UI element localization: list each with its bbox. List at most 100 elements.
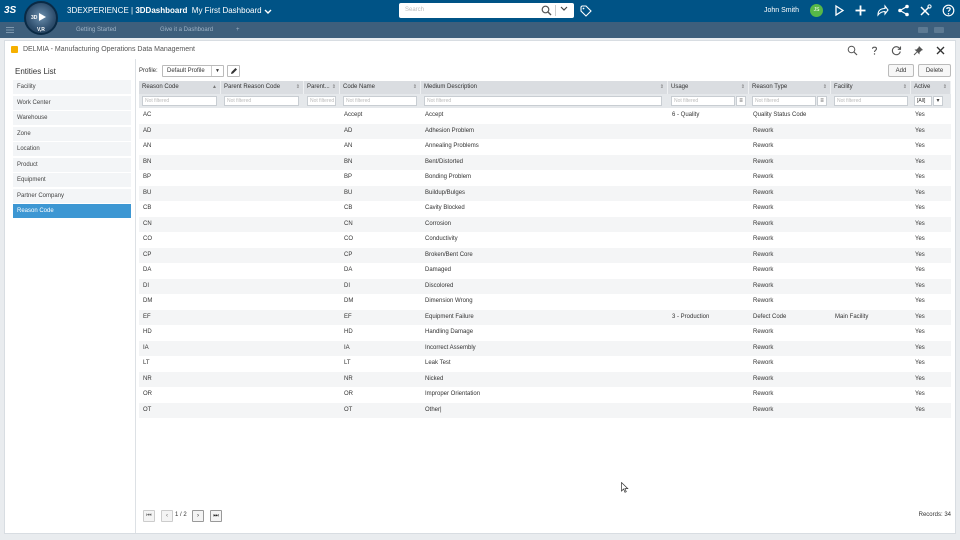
last-page-button[interactable]: ⏭ xyxy=(210,510,222,522)
help-icon[interactable] xyxy=(869,45,880,56)
table-row[interactable]: AC Accept Accept 6 - Quality Quality Status … xyxy=(139,108,951,124)
entity-item[interactable]: Facility xyxy=(13,80,131,94)
column-filter-input[interactable]: Not filtered xyxy=(307,96,336,106)
column-filter-input[interactable]: Not filtered xyxy=(834,96,908,106)
tab-strip-toggle-icon[interactable] xyxy=(918,27,928,33)
column-filter-input[interactable]: Not filtered xyxy=(671,96,735,106)
column-header[interactable]: Facility ⇕ xyxy=(831,81,911,94)
search-icon[interactable] xyxy=(541,5,552,16)
delete-button[interactable]: Delete xyxy=(918,64,951,77)
share-network-icon[interactable] xyxy=(897,4,910,17)
column-header[interactable]: Usage ⇕ xyxy=(668,81,749,94)
table-row[interactable]: CB CB Cavity Blocked Rework Yes xyxy=(139,201,951,217)
search-options-chevron-icon[interactable] xyxy=(560,6,568,14)
brand-title: 3DEXPERIENCE | 3DDashboard My First Dash… xyxy=(67,6,272,15)
column-header[interactable]: Medium Description ⇕ xyxy=(421,81,668,94)
sort-icon[interactable]: ⇕ xyxy=(413,81,417,94)
sort-icon[interactable]: ⇕ xyxy=(296,81,300,94)
column-header[interactable]: Parent Reason Code ⇕ xyxy=(221,81,304,94)
column-header-label: Reason Code xyxy=(142,84,179,90)
next-page-button[interactable]: › xyxy=(192,510,204,522)
table-cell: CN xyxy=(143,220,152,227)
sort-icon[interactable]: ⇕ xyxy=(943,81,947,94)
table-row[interactable]: NR NR Nicked Rework Yes xyxy=(139,371,951,387)
entity-item[interactable]: Work Center xyxy=(13,95,131,110)
filter-menu-icon[interactable]: ≡ xyxy=(736,96,746,106)
entity-item[interactable]: Zone xyxy=(13,126,131,141)
tab-getting-started[interactable]: Getting Started xyxy=(76,27,116,33)
entity-item[interactable]: Partner Company xyxy=(13,188,131,203)
column-filter-input[interactable]: Not filtered xyxy=(343,96,417,106)
column-filter-input[interactable]: Not filtered xyxy=(224,96,299,106)
share-arrow-icon[interactable] xyxy=(876,4,889,17)
entity-item[interactable]: Location xyxy=(13,142,131,156)
column-filter-input[interactable]: Not filtered xyxy=(752,96,816,106)
edit-profile-button[interactable] xyxy=(227,65,240,77)
table-row[interactable]: LT LT Leak Test Rework Yes xyxy=(139,356,951,372)
chevron-down-icon[interactable] xyxy=(264,8,272,14)
compass-button[interactable]: 3D V,R xyxy=(24,1,58,35)
filter-menu-icon[interactable]: ≡ xyxy=(817,96,827,106)
column-filter-input[interactable]: [All] xyxy=(914,96,932,106)
column-filter-input[interactable]: Not filtered xyxy=(142,96,217,106)
notifications-icon[interactable] xyxy=(833,4,846,17)
table-row[interactable]: CP CP Broken/Bent Core Rework Yes xyxy=(139,247,951,263)
table-row[interactable]: AN AN Annealing Problems Rework Yes xyxy=(139,139,951,155)
chevron-down-icon[interactable]: ▼ xyxy=(211,66,223,76)
search-icon[interactable] xyxy=(847,45,858,56)
add-button[interactable]: Add xyxy=(888,64,914,77)
table-row[interactable]: AD AD Adhesion Problem Rework Yes xyxy=(139,123,951,139)
table-row[interactable]: OT OT Other| Rework Yes xyxy=(139,402,951,418)
search-input[interactable]: Search xyxy=(405,7,424,13)
table-row[interactable]: CO CO Conductivity Rework Yes xyxy=(139,232,951,248)
close-icon[interactable] xyxy=(935,45,946,56)
column-header[interactable]: Code Name ⇕ xyxy=(340,81,421,94)
column-header[interactable]: Reason Code ▲ xyxy=(139,81,221,94)
table-row[interactable]: HD HD Handling Damage Rework Yes xyxy=(139,325,951,341)
entity-item[interactable]: Product xyxy=(13,157,131,172)
table-row[interactable]: CN CN Corrosion Rework Yes xyxy=(139,216,951,232)
first-page-button[interactable]: ⏮ xyxy=(143,510,155,522)
table-row[interactable]: OR OR Improper Orientation Rework Yes xyxy=(139,387,951,403)
table-row[interactable]: BP BP Bonding Problem Rework Yes xyxy=(139,170,951,186)
user-name[interactable]: John Smith xyxy=(764,7,799,14)
column-header[interactable]: Active ⇕ xyxy=(911,81,951,94)
tag-icon[interactable] xyxy=(580,5,592,17)
ds-logo[interactable]: 3S xyxy=(4,4,20,18)
entity-item[interactable]: Equipment xyxy=(13,173,131,187)
profile-select[interactable]: Default Profile ▼ xyxy=(162,65,224,77)
avatar[interactable]: JS xyxy=(810,4,823,17)
entity-item[interactable]: Warehouse xyxy=(13,111,131,125)
add-tab-icon[interactable]: + xyxy=(236,27,240,33)
chevron-down-icon[interactable]: ▾ xyxy=(933,96,943,106)
table-row[interactable]: BU BU Buildup/Bulges Rework Yes xyxy=(139,185,951,201)
sort-icon[interactable]: ⇕ xyxy=(660,81,664,94)
tab-strip-options-icon[interactable] xyxy=(934,27,944,33)
sort-icon[interactable]: ▲ xyxy=(212,81,217,94)
table-row[interactable]: DA DA Damaged Rework Yes xyxy=(139,263,951,279)
table-row[interactable]: BN BN Bent/Distorted Rework Yes xyxy=(139,154,951,170)
column-filter-input[interactable]: Not filtered xyxy=(424,96,662,106)
column-header[interactable]: Parent... ⇕ xyxy=(304,81,340,94)
dashboard-name[interactable]: My First Dashboard xyxy=(192,6,262,15)
table-row[interactable]: DM DM Dimension Wrong Rework Yes xyxy=(139,294,951,310)
table-row[interactable]: IA IA Incorrect Assembly Rework Yes xyxy=(139,340,951,356)
sort-icon[interactable]: ⇕ xyxy=(332,81,336,94)
help-icon[interactable] xyxy=(942,4,955,17)
table-row[interactable]: EF EF Equipment Failure 3 - Production Defec… xyxy=(139,309,951,325)
menu-icon[interactable] xyxy=(6,27,14,33)
add-icon[interactable] xyxy=(854,4,867,17)
pin-icon[interactable] xyxy=(913,45,924,56)
search-box[interactable]: Search xyxy=(399,3,574,18)
tab-give-it-a-dashboard[interactable]: Give it a Dashboard xyxy=(160,27,213,33)
table-row[interactable]: DI DI Discolored Rework Yes xyxy=(139,278,951,294)
table-cell: Discolored xyxy=(425,282,454,289)
refresh-icon[interactable] xyxy=(891,45,902,56)
sort-icon[interactable]: ⇕ xyxy=(903,81,907,94)
prev-page-button[interactable]: ‹ xyxy=(161,510,173,522)
sort-icon[interactable]: ⇕ xyxy=(823,81,827,94)
column-header[interactable]: Reason Type ⇕ xyxy=(749,81,831,94)
entity-item[interactable]: Reason Code xyxy=(13,204,131,218)
tools-icon[interactable] xyxy=(919,4,932,17)
sort-icon[interactable]: ⇕ xyxy=(741,81,745,94)
